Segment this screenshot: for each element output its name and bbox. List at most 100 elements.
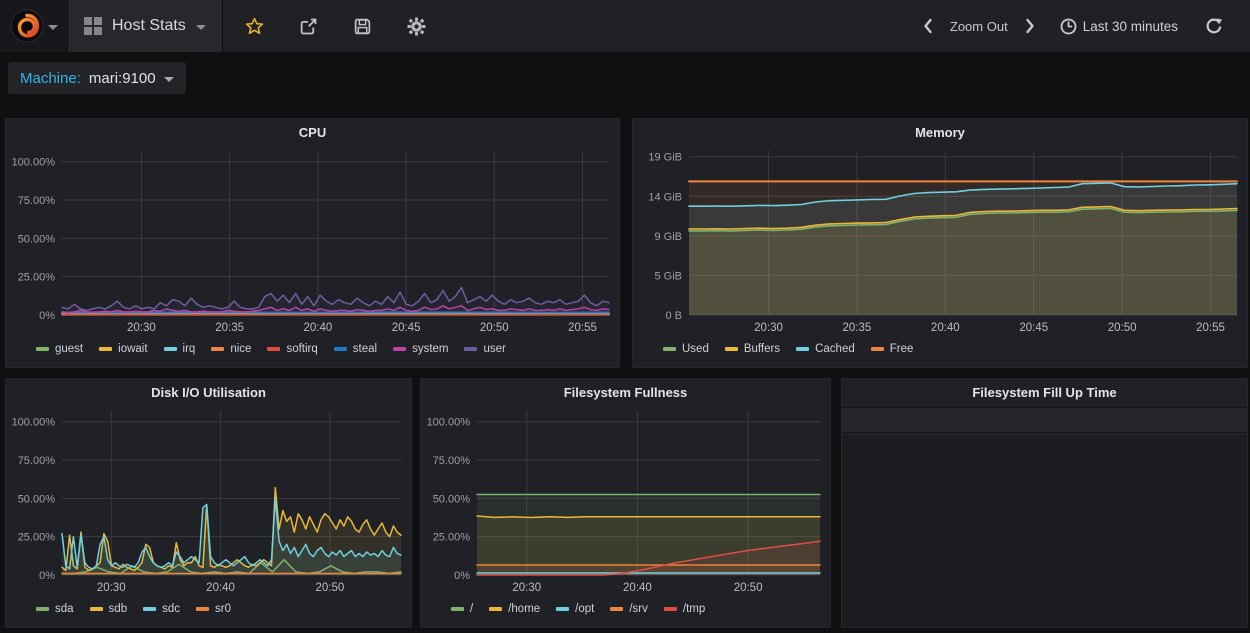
machine-variable-value: mari:9100 xyxy=(89,70,156,87)
memory-legend: Used Buffers Cached Free xyxy=(633,339,1247,355)
time-range-picker-button[interactable]: Last 30 minutes xyxy=(1060,18,1178,35)
legend-swatch xyxy=(143,607,156,611)
svg-text:20:40: 20:40 xyxy=(931,322,960,334)
legend-item-tmp[interactable]: /tmp xyxy=(664,603,705,615)
panel-title-memory[interactable]: Memory xyxy=(633,119,1247,145)
svg-text:20:45: 20:45 xyxy=(392,322,421,334)
legend-label: /tmp xyxy=(683,603,705,615)
svg-text:20:50: 20:50 xyxy=(734,582,763,594)
save-icon xyxy=(353,17,372,36)
svg-text:20:40: 20:40 xyxy=(206,582,235,594)
legend-label: system xyxy=(412,343,448,355)
svg-text:20:50: 20:50 xyxy=(316,582,345,594)
legend-swatch xyxy=(196,607,209,611)
legend-item-[interactable]: / xyxy=(451,603,473,615)
dashboard-picker-button[interactable]: Host Stats xyxy=(68,0,223,52)
svg-text:25.00%: 25.00% xyxy=(18,272,56,284)
machine-variable-dropdown[interactable]: Machine: mari:9100 xyxy=(8,62,186,94)
grafana-logo-icon xyxy=(10,9,44,43)
panel-title-filesystem-fullness[interactable]: Filesystem Fullness xyxy=(421,379,830,405)
cpu-chart[interactable]: 100.00%75.00%50.00%25.00%0%20:3020:3520:… xyxy=(6,145,619,339)
legend-swatch xyxy=(664,607,677,611)
svg-text:100.00%: 100.00% xyxy=(427,417,471,429)
legend-item-sr0[interactable]: sr0 xyxy=(196,603,231,615)
navbar: Host Stats xyxy=(0,0,1250,52)
zoom-out-button[interactable]: Zoom Out xyxy=(950,19,1008,34)
legend-label: steal xyxy=(353,343,377,355)
legend-label: sda xyxy=(55,603,74,615)
legend-swatch xyxy=(211,347,224,351)
legend-label: iowait xyxy=(118,343,147,355)
legend-label: Cached xyxy=(815,343,855,355)
legend-item-system[interactable]: system xyxy=(393,343,448,355)
chevron-down-icon xyxy=(164,77,174,82)
gear-icon xyxy=(407,17,426,36)
legend-item-free[interactable]: Free xyxy=(871,343,914,355)
refresh-button[interactable] xyxy=(1194,6,1234,46)
disk-io-chart[interactable]: 100.00%75.00%50.00%25.00%0%20:3020:4020:… xyxy=(6,405,411,599)
legend-item-cached[interactable]: Cached xyxy=(796,343,855,355)
legend-swatch xyxy=(164,347,177,351)
svg-text:50.00%: 50.00% xyxy=(433,493,471,505)
legend-swatch xyxy=(489,607,502,611)
svg-text:0%: 0% xyxy=(39,310,55,322)
time-range-label: Last 30 minutes xyxy=(1083,19,1178,34)
legend-item-guest[interactable]: guest xyxy=(36,343,83,355)
svg-text:0 B: 0 B xyxy=(665,310,682,322)
legend-item-home[interactable]: /home xyxy=(489,603,540,615)
grafana-menu-button[interactable] xyxy=(0,0,68,52)
panel-title-filesystem-fill-up-time[interactable]: Filesystem Fill Up Time xyxy=(842,379,1247,405)
time-shift-forward-button[interactable] xyxy=(1018,6,1042,46)
legend-label: /home xyxy=(508,603,540,615)
legend-item-opt[interactable]: /opt xyxy=(556,603,594,615)
svg-text:14 GiB: 14 GiB xyxy=(648,191,682,203)
legend-item-sdc[interactable]: sdc xyxy=(143,603,180,615)
clock-icon xyxy=(1060,18,1077,35)
dashboard-settings-button[interactable] xyxy=(397,6,437,46)
legend-swatch xyxy=(267,347,280,351)
legend-label: /srv xyxy=(629,603,648,615)
save-dashboard-button[interactable] xyxy=(343,6,383,46)
svg-text:20:35: 20:35 xyxy=(843,322,872,334)
memory-chart[interactable]: 19 GiB14 GiB9 GiB5 GiB0 B20:3020:3520:40… xyxy=(633,145,1247,339)
legend-item-steal[interactable]: steal xyxy=(334,343,377,355)
legend-swatch xyxy=(871,347,884,351)
machine-variable-label: Machine: xyxy=(20,70,81,87)
legend-item-srv[interactable]: /srv xyxy=(610,603,648,615)
time-shift-back-button[interactable] xyxy=(916,6,940,46)
legend-label: irq xyxy=(183,343,196,355)
refresh-icon xyxy=(1205,17,1223,35)
share-dashboard-button[interactable] xyxy=(289,6,329,46)
legend-item-used[interactable]: Used xyxy=(663,343,709,355)
legend-label: user xyxy=(483,343,505,355)
filesystem-fullness-chart[interactable]: 100.00%75.00%50.00%25.00%0%20:3020:4020:… xyxy=(421,405,830,599)
svg-text:20:50: 20:50 xyxy=(480,322,509,334)
legend-item-sda[interactable]: sda xyxy=(36,603,74,615)
legend-swatch xyxy=(556,607,569,611)
star-dashboard-button[interactable] xyxy=(235,6,275,46)
legend-item-irq[interactable]: irq xyxy=(164,343,196,355)
legend-swatch xyxy=(725,347,738,351)
panel-disk-io: Disk I/O Utilisation 100.00%75.00%50.00%… xyxy=(5,378,412,628)
chevron-down-icon xyxy=(196,25,206,30)
panel-filesystem-fill-up-time: Filesystem Fill Up Time xyxy=(841,378,1248,628)
legend-swatch xyxy=(464,347,477,351)
panel-title-disk-io[interactable]: Disk I/O Utilisation xyxy=(6,379,411,405)
legend-swatch xyxy=(610,607,623,611)
legend-item-user[interactable]: user xyxy=(464,343,505,355)
svg-text:20:30: 20:30 xyxy=(512,582,541,594)
legend-item-nice[interactable]: nice xyxy=(211,343,251,355)
chevron-down-icon xyxy=(48,25,58,30)
panel-title-cpu[interactable]: CPU xyxy=(6,119,619,145)
svg-text:20:30: 20:30 xyxy=(97,582,126,594)
legend-item-iowait[interactable]: iowait xyxy=(99,343,147,355)
legend-swatch xyxy=(36,347,49,351)
legend-item-buffers[interactable]: Buffers xyxy=(725,343,780,355)
legend-label: sdb xyxy=(109,603,128,615)
panel-memory: Memory 19 GiB14 GiB9 GiB5 GiB0 B20:3020:… xyxy=(632,118,1248,368)
legend-item-sdb[interactable]: sdb xyxy=(90,603,128,615)
grafana-dashboard: Host Stats xyxy=(0,0,1250,633)
svg-text:25.00%: 25.00% xyxy=(433,532,471,544)
legend-item-softirq[interactable]: softirq xyxy=(267,343,317,355)
svg-text:100.00%: 100.00% xyxy=(12,417,56,429)
